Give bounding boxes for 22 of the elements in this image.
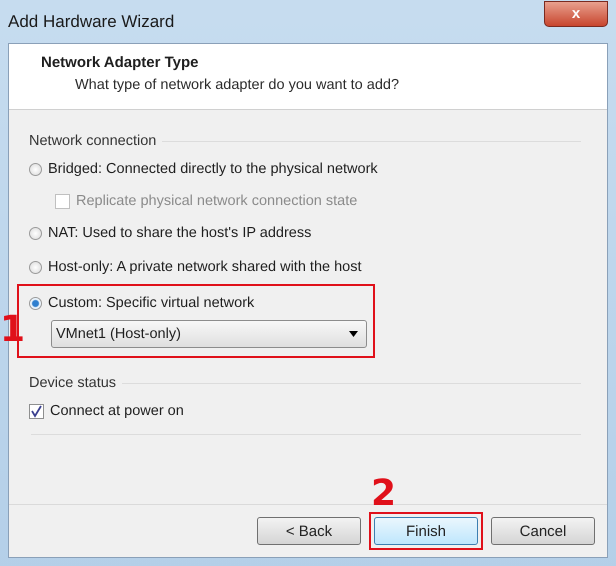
radio-button[interactable] [29,226,42,240]
dropdown-arrow-icon [349,331,358,337]
option-label: NAT: Used to share the host's IP address [48,225,312,241]
option-label: Connect at power on [50,403,184,419]
radio-button[interactable] [29,260,42,274]
option-label: Replicate physical network connection state [76,193,358,209]
option-label: Custom: Specific virtual network [48,295,254,311]
group-label: Network connection [29,133,156,149]
page-title: Network Adapter Type [41,54,200,71]
checkbox[interactable] [29,404,44,418]
group-label: Device status [29,375,116,391]
wizard-button[interactable]: Cancel [491,517,595,545]
wizard-button[interactable]: < Back [257,517,361,545]
window-title: Add Hardware Wizard [8,12,174,32]
radio-button[interactable] [29,296,42,310]
radio-button[interactable] [29,162,42,176]
wizard-button[interactable]: Finish [374,517,478,545]
option-label: Host-only: A private network shared with the host [48,259,362,275]
step-number: 2 [371,476,396,512]
option-label: Bridged: Connected directly to the physical network [48,161,378,177]
network-dropdown[interactable]: VMnet1 (Host-only) [51,320,367,348]
page-subtitle: What type of network adapter do you want to add? [75,77,400,93]
